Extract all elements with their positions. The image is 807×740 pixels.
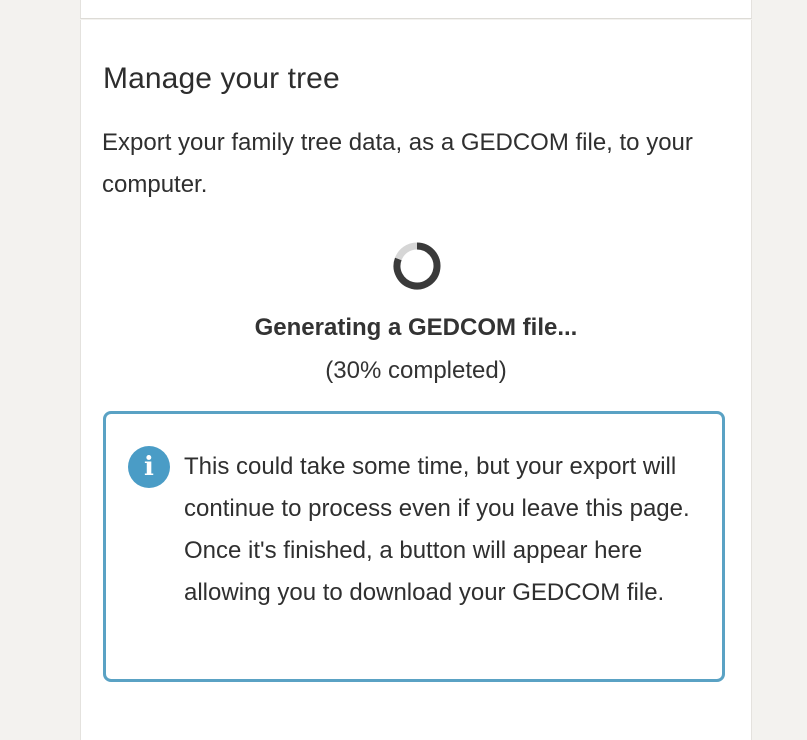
loading-spinner-icon: [393, 242, 441, 290]
export-progress-percent: (30% completed): [325, 357, 507, 384]
export-status-title: Generating a GEDCOM file...: [254, 314, 578, 341]
section-description: Export your family tree data, as a GEDCO…: [102, 129, 693, 198]
manage-tree-card: Manage your tree Export your family tree…: [80, 20, 752, 740]
info-icon: i: [128, 446, 170, 488]
info-message-text: This could take some time, but your expo…: [184, 453, 690, 606]
info-message-box: i This could take some time, but your ex…: [103, 411, 725, 682]
section-title: Manage your tree: [103, 62, 340, 95]
previous-card-section: [80, 0, 752, 19]
